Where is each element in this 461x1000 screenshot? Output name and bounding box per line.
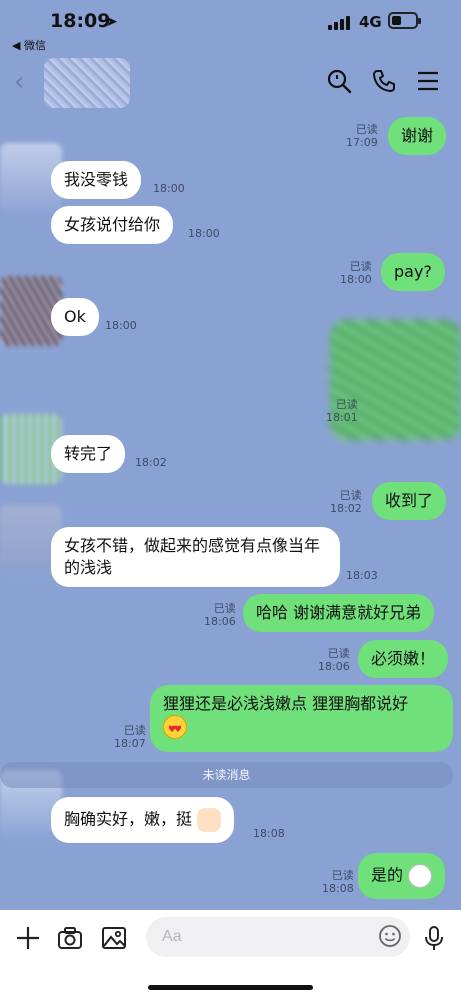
message-text: 是的	[371, 865, 404, 885]
message-text: 狸狸还是必浅浅嫩点 狸狸胸都说好	[163, 694, 409, 713]
message-bubble[interactable]: 女孩说付给你	[51, 206, 174, 244]
message-time: 18:03	[346, 569, 378, 582]
message-bubble[interactable]: 谢谢	[388, 117, 447, 155]
back-to-app-link[interactable]: ◀ 微信	[12, 37, 46, 53]
message-bubble[interactable]: 胸确实好，嫩，挺	[51, 797, 235, 843]
message-meta: 已读 18:01	[326, 398, 358, 424]
message-meta: 已读 18:00	[340, 260, 372, 286]
message-text: 胸确实好，嫩，挺	[64, 809, 193, 829]
network-type: 4G	[359, 13, 382, 31]
message-meta: 已读 17:09	[346, 123, 378, 149]
clock: 18:09	[50, 10, 111, 32]
message-bubble[interactable]: 我没零钱	[51, 161, 142, 199]
thumbs-up-icon	[197, 808, 222, 832]
message-meta: 已读 18:08	[322, 869, 354, 895]
signal-icon	[328, 16, 350, 30]
message-meta: 已读 18:06	[204, 602, 236, 628]
camera-icon[interactable]	[56, 924, 84, 952]
microphone-icon[interactable]	[420, 924, 448, 952]
plus-icon[interactable]	[14, 924, 42, 952]
message-time: 18:02	[135, 456, 167, 469]
emoji-icon[interactable]	[378, 924, 402, 948]
battery-icon	[388, 12, 421, 29]
bunny-sticker-icon	[408, 864, 433, 888]
message-input[interactable]	[146, 917, 410, 957]
message-time: 18:00	[105, 319, 137, 332]
message-bubble[interactable]: 收到了	[372, 482, 447, 520]
message-time: 18:00	[153, 182, 185, 195]
back-icon[interactable]: ‹	[14, 68, 38, 96]
message-bubble[interactable]: 转完了	[51, 435, 126, 473]
message-bubble[interactable]: 是的	[358, 853, 446, 899]
message-bubble[interactable]: Ok	[51, 298, 99, 336]
message-time: 18:00	[188, 227, 220, 240]
status-bar: 18:09 ➤ ◀ 微信 4G	[0, 0, 461, 56]
message-bubble[interactable]: 必须嫩！	[358, 640, 449, 678]
message-time: 18:08	[253, 827, 285, 840]
contact-name-redacted	[44, 58, 130, 108]
message-bubble[interactable]: 哈哈 谢谢满意就好兄弟	[243, 594, 435, 632]
chat-header: ‹	[0, 56, 461, 108]
location-arrow-icon: ➤	[106, 14, 118, 30]
message-meta: 已读 18:02	[330, 489, 362, 515]
message-bubble[interactable]: 狸狸还是必浅浅嫩点 狸狸胸都说好	[150, 685, 453, 752]
message-meta: 已读 18:07	[114, 724, 146, 750]
unread-divider: 未读消息	[0, 762, 453, 788]
phone-icon[interactable]	[371, 68, 397, 94]
image-icon[interactable]	[100, 924, 128, 952]
home-indicator[interactable]	[148, 985, 313, 990]
message-bubble[interactable]: pay?	[381, 253, 445, 291]
menu-icon[interactable]	[415, 68, 441, 94]
heart-eyes-icon	[163, 715, 187, 741]
search-icon[interactable]	[326, 68, 352, 94]
message-meta: 已读 18:06	[318, 647, 350, 673]
message-bubble[interactable]: 女孩不错，做起来的感觉有点像当年的浅浅	[51, 527, 340, 587]
